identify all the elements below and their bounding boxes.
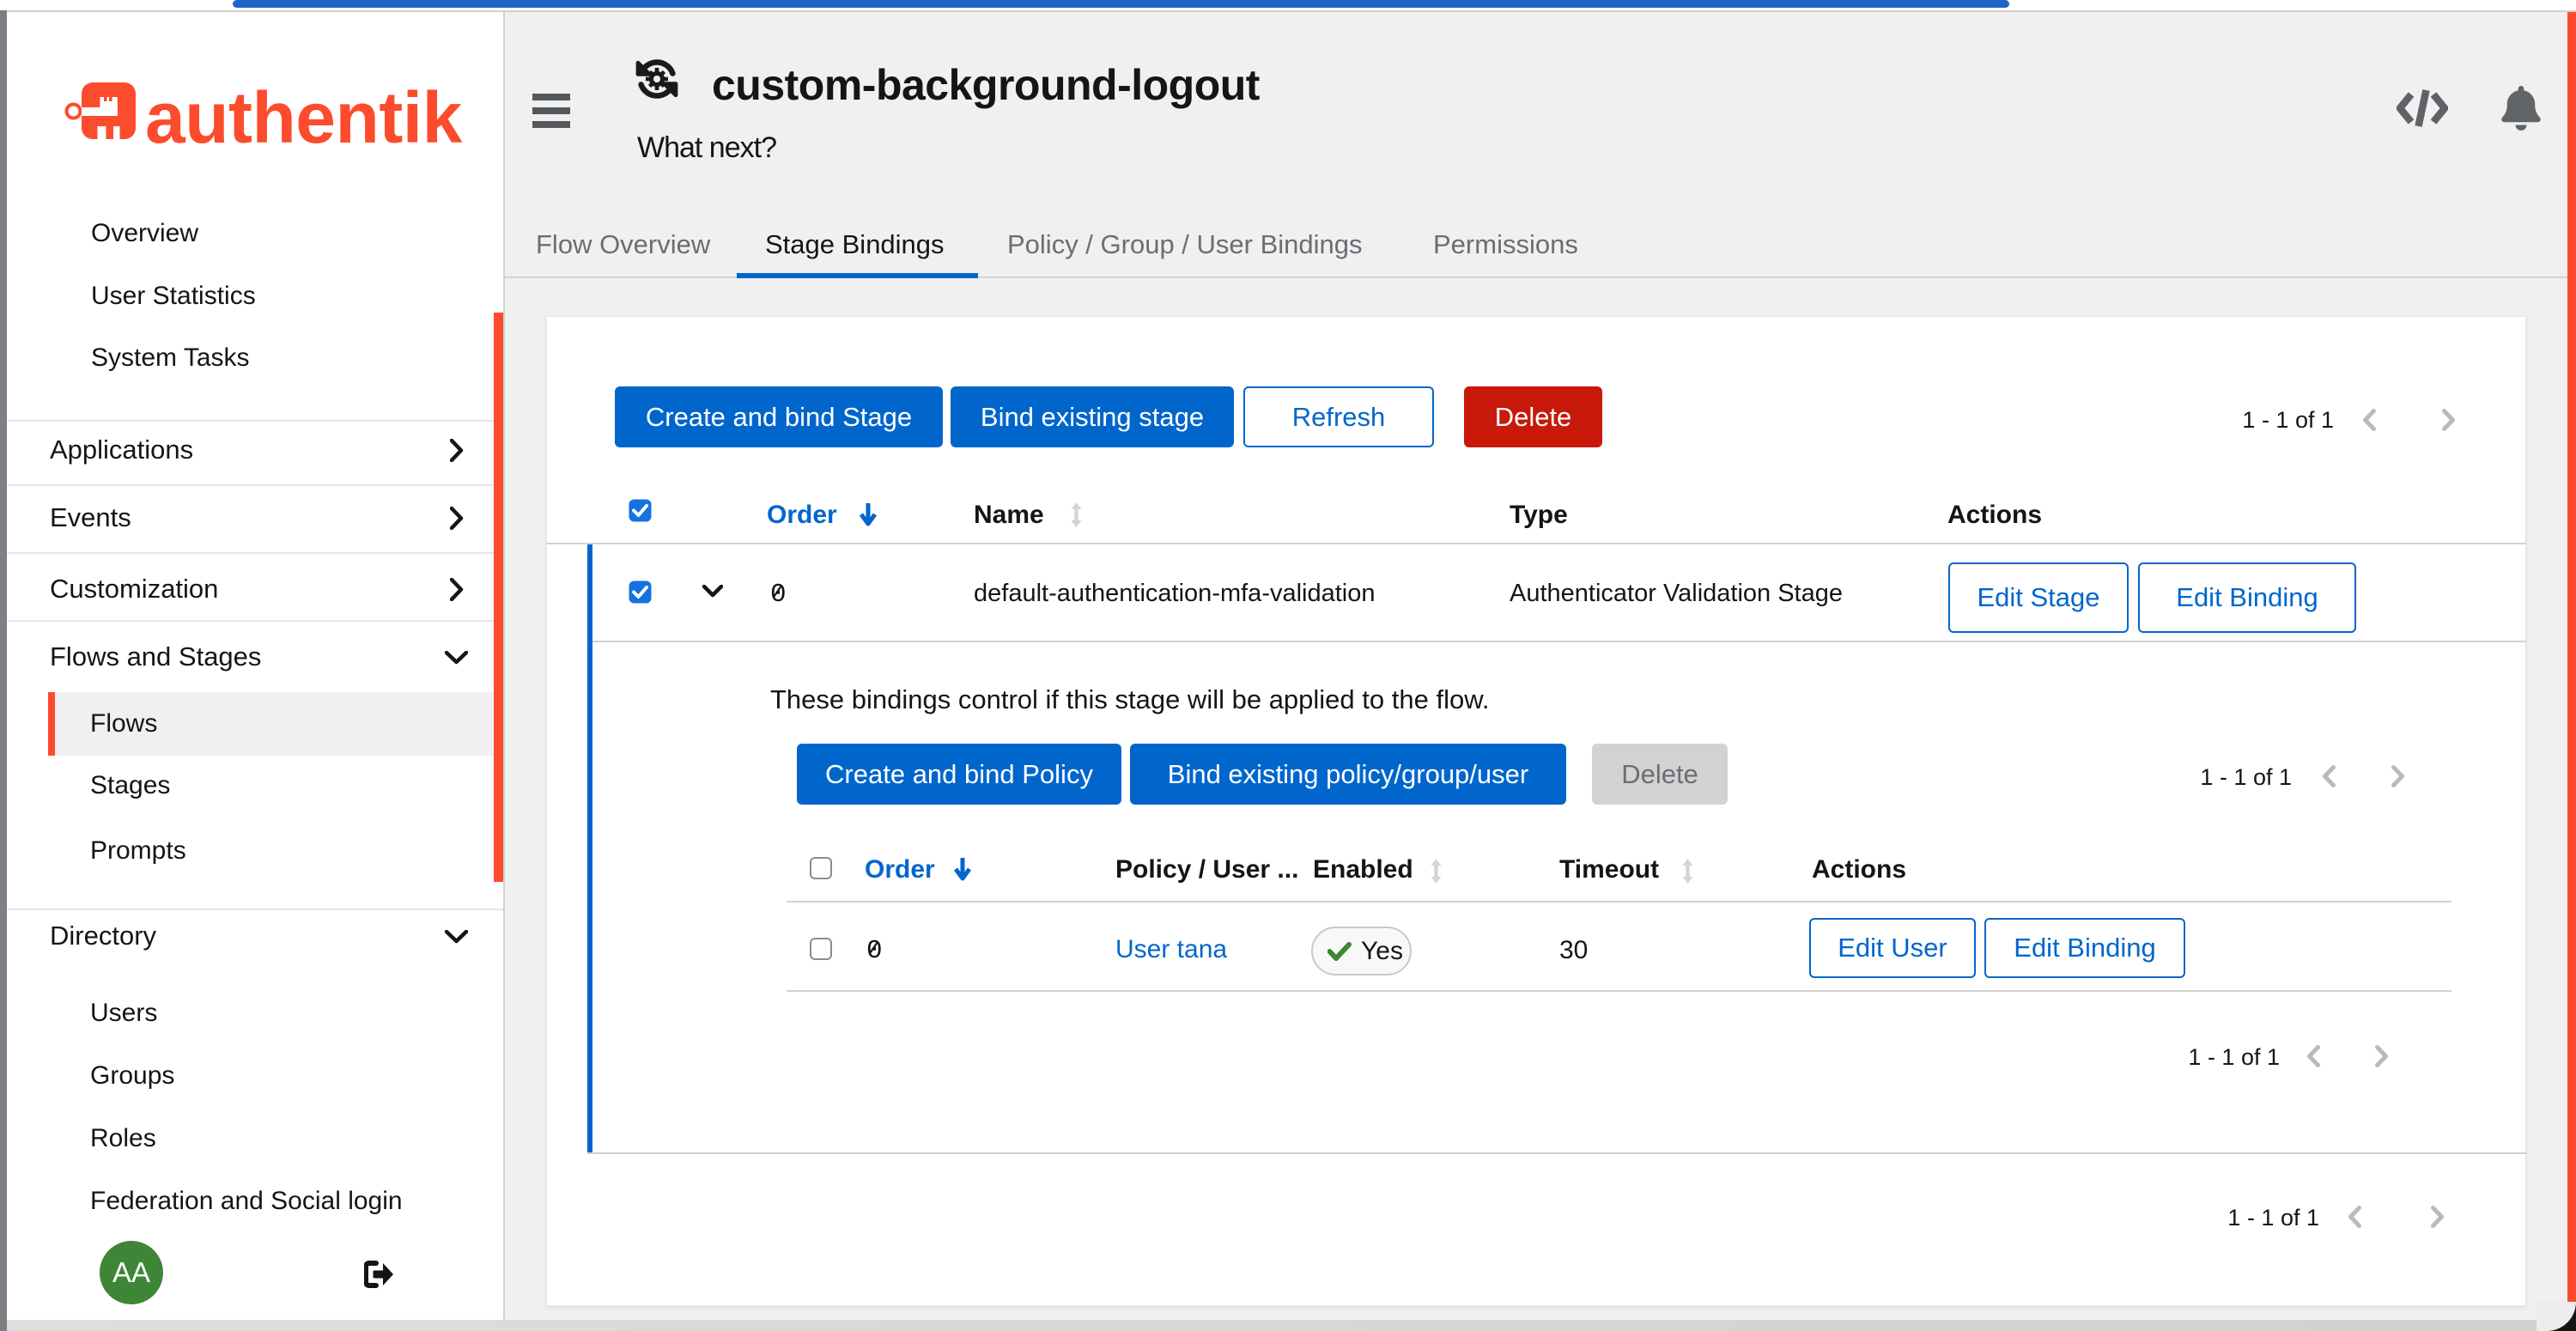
svg-text:authentik: authentik <box>145 77 463 155</box>
